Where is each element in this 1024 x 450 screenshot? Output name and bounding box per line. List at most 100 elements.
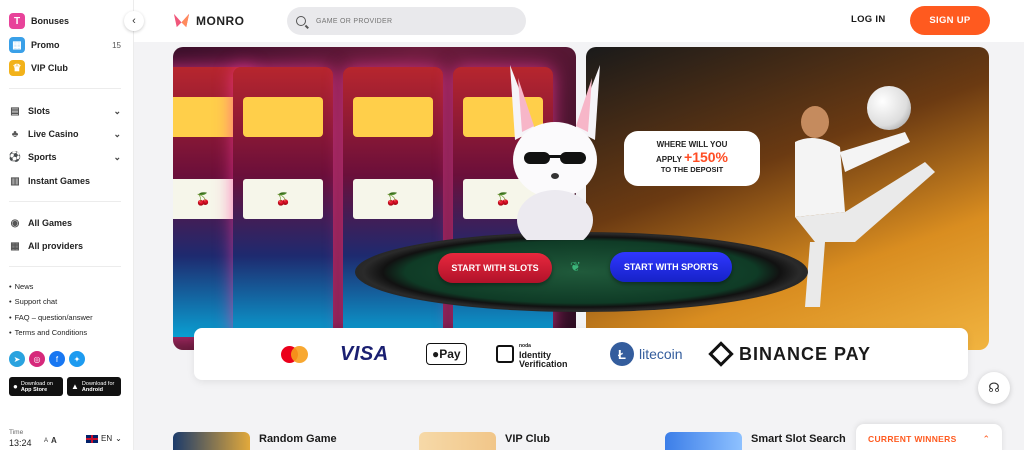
litecoin-logo: Łlitecoin bbox=[610, 328, 683, 380]
sidebar-item-bonuses[interactable]: T Bonuses bbox=[9, 13, 121, 29]
android-icon: ▲ bbox=[71, 382, 79, 391]
search-icon bbox=[296, 16, 306, 26]
sidebar-item-label: Live Casino bbox=[28, 129, 79, 139]
store-name: Android bbox=[81, 386, 104, 393]
link-support-chat[interactable]: Support chat bbox=[9, 297, 58, 306]
sidebar-item-label: Instant Games bbox=[28, 176, 91, 186]
binance-text: BINANCE PAY bbox=[739, 343, 872, 364]
logo[interactable]: MONRO bbox=[172, 11, 245, 30]
time-value: 13:24 bbox=[9, 438, 32, 448]
twitter-icon[interactable]: ✦ bbox=[69, 351, 85, 367]
divider bbox=[9, 201, 121, 202]
start-with-slots-button[interactable]: START WITH SLOTS bbox=[438, 253, 552, 283]
fox-mascot-image bbox=[510, 65, 600, 240]
sidebar-item-vip-club[interactable]: ♛ VIP Club bbox=[9, 60, 121, 76]
store-name: App Store bbox=[20, 386, 48, 393]
search-bar[interactable] bbox=[287, 7, 526, 35]
sidebar-item-sports[interactable]: ⚽ Sports ⌄ bbox=[9, 151, 121, 163]
uk-flag-icon bbox=[86, 434, 98, 443]
chevron-down-icon: ⌄ bbox=[115, 434, 122, 443]
start-with-sports-button[interactable]: START WITH SPORTS bbox=[610, 252, 732, 282]
current-winners-label: CURRENT WINNERS bbox=[868, 434, 957, 444]
logo-text: MONRO bbox=[196, 13, 245, 28]
bubble-line3: TO THE DEPOSIT bbox=[660, 165, 724, 174]
bubble-line2: APPLY bbox=[655, 155, 682, 164]
search-input[interactable] bbox=[316, 17, 516, 25]
slots-icon: ▤ bbox=[10, 105, 20, 117]
signup-button[interactable]: SIGN UP bbox=[910, 6, 990, 35]
link-faq[interactable]: FAQ – question/answer bbox=[9, 313, 93, 322]
divider bbox=[9, 266, 121, 267]
sidebar-item-promo[interactable]: ▦ Promo 15 bbox=[9, 37, 121, 53]
sidebar-item-label: Sports bbox=[28, 152, 57, 162]
sidebar-item-all-games[interactable]: ◉ All Games bbox=[9, 217, 121, 229]
sidebar-item-slots[interactable]: ▤ Slots ⌄ bbox=[9, 105, 121, 117]
all-games-icon: ◉ bbox=[10, 217, 20, 229]
sidebar-item-label: Slots bbox=[28, 106, 51, 116]
noda-icon bbox=[496, 345, 514, 363]
noda-line2: Verification bbox=[519, 358, 568, 369]
android-button[interactable]: ▲ Download for Android bbox=[67, 377, 121, 396]
promo-icon: ▦ bbox=[9, 37, 25, 53]
time-label: Time bbox=[9, 429, 24, 436]
social-links: ➤ ◎ f ✦ bbox=[9, 351, 85, 367]
instagram-icon[interactable]: ◎ bbox=[29, 351, 45, 367]
facebook-icon[interactable]: f bbox=[49, 351, 65, 367]
promo-count: 15 bbox=[112, 40, 121, 50]
apple-pay-text: Pay bbox=[439, 347, 461, 361]
chevron-down-icon: ⌄ bbox=[113, 105, 121, 116]
live-casino-icon: ♣ bbox=[11, 128, 19, 140]
telegram-icon[interactable]: ➤ bbox=[9, 351, 25, 367]
bubble-line2-wrap: APPLY +150% bbox=[624, 149, 760, 165]
language-selector[interactable]: EN ⌄ bbox=[86, 434, 122, 443]
monro-logo-icon bbox=[173, 13, 190, 28]
chevron-down-icon: ⌄ bbox=[113, 151, 121, 162]
crown-icon: ♛ bbox=[9, 60, 25, 76]
instant-games-icon: ▥ bbox=[10, 175, 20, 187]
store-text: Download on App Store bbox=[21, 381, 53, 393]
current-winners-panel[interactable]: CURRENT WINNERS ⌃ bbox=[856, 424, 1002, 450]
header: MONRO LOG IN SIGN UP bbox=[134, 0, 1024, 42]
sidebar-item-live-casino[interactable]: ♣ Live Casino ⌄ bbox=[9, 128, 121, 140]
visa-logo: VISA bbox=[340, 342, 389, 365]
binance-pay-logo: BINANCE PAY bbox=[708, 328, 872, 380]
sidebar-item-all-providers[interactable]: ▦ All providers bbox=[9, 240, 121, 252]
promo-label: VIP Club bbox=[505, 433, 551, 445]
promo-smart-slot-search[interactable]: Smart Slot Search bbox=[665, 432, 846, 450]
binance-icon bbox=[708, 341, 734, 367]
litecoin-icon: Ł bbox=[610, 342, 634, 366]
font-large[interactable]: A bbox=[51, 436, 57, 445]
bonus-percent: +150% bbox=[684, 149, 728, 165]
poker-table-image bbox=[355, 232, 808, 312]
collapse-sidebar-button[interactable]: ‹ bbox=[124, 11, 144, 31]
apple-pay-logo: ●Pay bbox=[426, 328, 467, 380]
sidebar-item-label: VIP Club bbox=[31, 63, 68, 73]
chevron-up-icon: ⌃ bbox=[982, 434, 990, 444]
link-terms[interactable]: Terms and Conditions bbox=[9, 328, 88, 337]
sports-icon: ⚽ bbox=[8, 151, 22, 163]
slot-machine-image: 🍒 bbox=[233, 67, 333, 337]
cherry-icon: 🍒 bbox=[195, 192, 211, 206]
cherry-icon: 🍒 bbox=[275, 192, 291, 206]
promo-bubble: WHERE WILL YOU APPLY +150% TO THE DEPOSI… bbox=[624, 131, 760, 186]
monro-table-logo-icon: ❦ bbox=[570, 259, 581, 274]
sidebar-item-label: All providers bbox=[28, 241, 84, 251]
bonus-icon: T bbox=[9, 13, 25, 29]
vip-club-thumbnail bbox=[419, 432, 496, 450]
chevron-left-icon: ‹ bbox=[132, 15, 136, 27]
promo-vip-club[interactable]: VIP Club bbox=[419, 432, 550, 450]
litecoin-text: litecoin bbox=[639, 346, 683, 362]
divider bbox=[9, 88, 121, 89]
store-text: Download for Android bbox=[82, 381, 114, 393]
noda-identity-logo: noda Identity Verification bbox=[496, 328, 568, 380]
font-size-control[interactable]: A A bbox=[44, 436, 57, 445]
font-small[interactable]: A bbox=[44, 438, 48, 444]
link-news[interactable]: News bbox=[9, 282, 34, 291]
sidebar-item-instant-games[interactable]: ▥ Instant Games bbox=[9, 175, 121, 187]
app-store-button[interactable]: ● Download on App Store bbox=[9, 377, 63, 396]
login-button[interactable]: LOG IN bbox=[851, 14, 886, 25]
support-chat-button[interactable]: ☊ bbox=[978, 372, 1010, 404]
sidebar-item-label: Bonuses bbox=[31, 16, 70, 26]
promo-random-game[interactable]: Random Game bbox=[173, 432, 337, 450]
chevron-down-icon: ⌄ bbox=[113, 128, 121, 139]
